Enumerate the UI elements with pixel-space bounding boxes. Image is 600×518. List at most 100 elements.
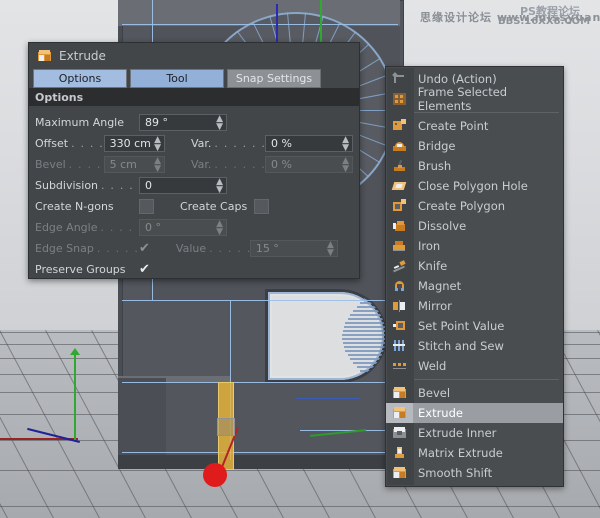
- menu-item-label: Frame Selected Elements: [413, 85, 563, 113]
- field-maximum-angle[interactable]: 89 ° ▲▼: [139, 114, 227, 131]
- menu-item-create-polygon[interactable]: Create Polygon: [386, 196, 563, 216]
- menu-item-icon-slot: [386, 296, 413, 316]
- context-menu[interactable]: Undo (Action)Frame Selected ElementsCrea…: [385, 66, 564, 487]
- menu-item-brush[interactable]: Brush: [386, 156, 563, 176]
- checkbox-edge-snap[interactable]: ✔: [139, 242, 150, 255]
- menu-item-frame-selected-elements[interactable]: Frame Selected Elements: [386, 89, 563, 109]
- menu-item-matrix-extrude[interactable]: Matrix Extrude: [386, 443, 563, 463]
- field-label: Bevel: [35, 158, 66, 171]
- field-var--1[interactable]: 0 % ▲▼: [265, 135, 353, 152]
- smooth-shift-icon: [392, 466, 407, 480]
- field-subdivision[interactable]: 0▲▼: [139, 177, 227, 194]
- menu-item-knife[interactable]: Knife: [386, 256, 563, 276]
- menu-item-close-polygon-hole[interactable]: Close Polygon Hole: [386, 176, 563, 196]
- menu-item-icon-slot: [386, 216, 413, 236]
- spinner-arrows-icon[interactable]: ▲▼: [154, 136, 161, 152]
- extrude-dialog[interactable]: Extrude Options Tool Snap Settings Optio…: [28, 42, 360, 279]
- menu-item-icon-slot: [386, 316, 413, 336]
- menu-item-stitch-and-sew[interactable]: Stitch and Sew: [386, 336, 563, 356]
- field-bevel[interactable]: 5 cm ▲▼: [104, 156, 165, 173]
- spinner-arrows-icon[interactable]: ▲▼: [216, 115, 223, 131]
- field-var--2[interactable]: 0 % ▲▼: [265, 156, 353, 173]
- tab-tool[interactable]: Tool: [130, 69, 224, 88]
- field-second-group: Create Caps: [180, 199, 269, 214]
- field-label: Preserve Groups: [35, 263, 126, 276]
- menu-item-label: Stitch and Sew: [413, 339, 504, 353]
- field-label-group: Subdivision. . . .: [35, 179, 139, 192]
- weld-icon: [392, 359, 407, 373]
- label-leader-dots: . . . .: [100, 221, 133, 234]
- checkbox-create-n-gons[interactable]: [139, 199, 154, 214]
- options-section-label: Options: [35, 91, 83, 104]
- spinner-arrows-icon[interactable]: ▲▼: [216, 220, 223, 236]
- undo-icon: [392, 72, 407, 86]
- wireframe-edge: [122, 382, 398, 383]
- brush-icon: [392, 159, 407, 173]
- menu-item-smooth-shift[interactable]: Smooth Shift: [386, 463, 563, 483]
- second-field-label-text: Value: [176, 242, 206, 255]
- field-value-6[interactable]: 15 °▲▼: [250, 240, 338, 257]
- mesh-rib: [364, 374, 386, 376]
- menu-item-label: Bridge: [413, 139, 456, 153]
- menu-item-set-point-value[interactable]: Set Point Value: [386, 316, 563, 336]
- menu-item-iron[interactable]: Iron: [386, 236, 563, 256]
- context-menu-items: Undo (Action)Frame Selected ElementsCrea…: [386, 69, 563, 483]
- menu-item-weld[interactable]: Weld: [386, 356, 563, 376]
- dialog-tabs[interactable]: Options Tool Snap Settings: [29, 69, 359, 88]
- field-value: 0 %: [271, 158, 292, 171]
- stitch-and-sew-icon: [392, 339, 407, 353]
- mesh-rib: [357, 366, 386, 368]
- spinner-arrows-icon[interactable]: ▲▼: [342, 157, 349, 173]
- checkbox-create-caps[interactable]: [254, 199, 269, 214]
- field-offset[interactable]: 330 cm▲▼: [104, 135, 165, 152]
- dialog-title-bar[interactable]: Extrude: [29, 43, 359, 69]
- extrude-handle[interactable]: [217, 418, 235, 436]
- menu-item-bridge[interactable]: Bridge: [386, 136, 563, 156]
- field-value: 0 %: [271, 137, 292, 150]
- extrude-icon: [392, 406, 407, 420]
- field-value: 89 °: [145, 116, 168, 129]
- menu-separator: [414, 112, 559, 113]
- dialog-field-row: Bevel. . . . . . . . .5 cm▲▼Var.. . . . …: [29, 154, 359, 175]
- create-point-icon: [392, 119, 407, 133]
- bevel-icon: [392, 386, 407, 400]
- field-value: 0 °: [145, 221, 161, 234]
- tab-snap-settings[interactable]: Snap Settings: [227, 69, 321, 88]
- mirror-icon: [392, 299, 407, 313]
- menu-item-mirror[interactable]: Mirror: [386, 296, 563, 316]
- menu-item-icon-slot: [386, 89, 413, 109]
- spinner-arrows-icon[interactable]: ▲▼: [216, 178, 223, 194]
- wireframe-edge: [122, 24, 398, 25]
- spinner-arrows-icon[interactable]: ▲▼: [327, 241, 334, 257]
- second-field-label: Create Caps: [180, 200, 254, 213]
- close-polygon-hole-icon: [392, 179, 407, 193]
- menu-item-bevel[interactable]: Bevel: [386, 383, 563, 403]
- field-label-group: Bevel. . . . . . . . .: [35, 158, 104, 171]
- menu-item-dissolve[interactable]: Dissolve: [386, 216, 563, 236]
- field-edge-angle[interactable]: 0 ° ▲▼: [139, 219, 227, 236]
- menu-item-magnet[interactable]: Magnet: [386, 276, 563, 296]
- menu-item-icon-slot: [386, 463, 413, 483]
- field-label-group: Edge Snap. . . . .: [35, 242, 139, 255]
- menu-item-extrude-inner[interactable]: Extrude Inner: [386, 423, 563, 443]
- menu-item-icon-slot: [386, 116, 413, 136]
- menu-item-icon-slot: [386, 69, 413, 89]
- tab-options[interactable]: Options: [33, 69, 127, 88]
- menu-item-icon-slot: [386, 156, 413, 176]
- spinner-arrows-icon[interactable]: ▲▼: [342, 136, 349, 152]
- mesh-rib: [344, 326, 386, 328]
- mesh-rib: [360, 370, 386, 372]
- second-field-label-text: Var.: [191, 158, 211, 171]
- dialog-fields: Maximum Angle89 °▲▼Offset. . . . . . . .…: [29, 106, 359, 280]
- menu-item-icon-slot: [386, 236, 413, 256]
- menu-item-create-point[interactable]: Create Point: [386, 116, 563, 136]
- menu-item-label: Dissolve: [413, 219, 466, 233]
- label-leader-dots: . . . . . . . .: [71, 137, 104, 150]
- label-leader-dots: . . . .: [101, 179, 134, 192]
- checkbox-preserve-groups[interactable]: ✔: [139, 263, 150, 276]
- menu-item-extrude[interactable]: Extrude: [386, 403, 563, 423]
- spinner-arrows-icon[interactable]: ▲▼: [154, 157, 161, 173]
- field-value: 5 cm: [110, 158, 137, 171]
- field-label: Edge Angle: [35, 221, 97, 234]
- dialog-title: Extrude: [59, 49, 106, 63]
